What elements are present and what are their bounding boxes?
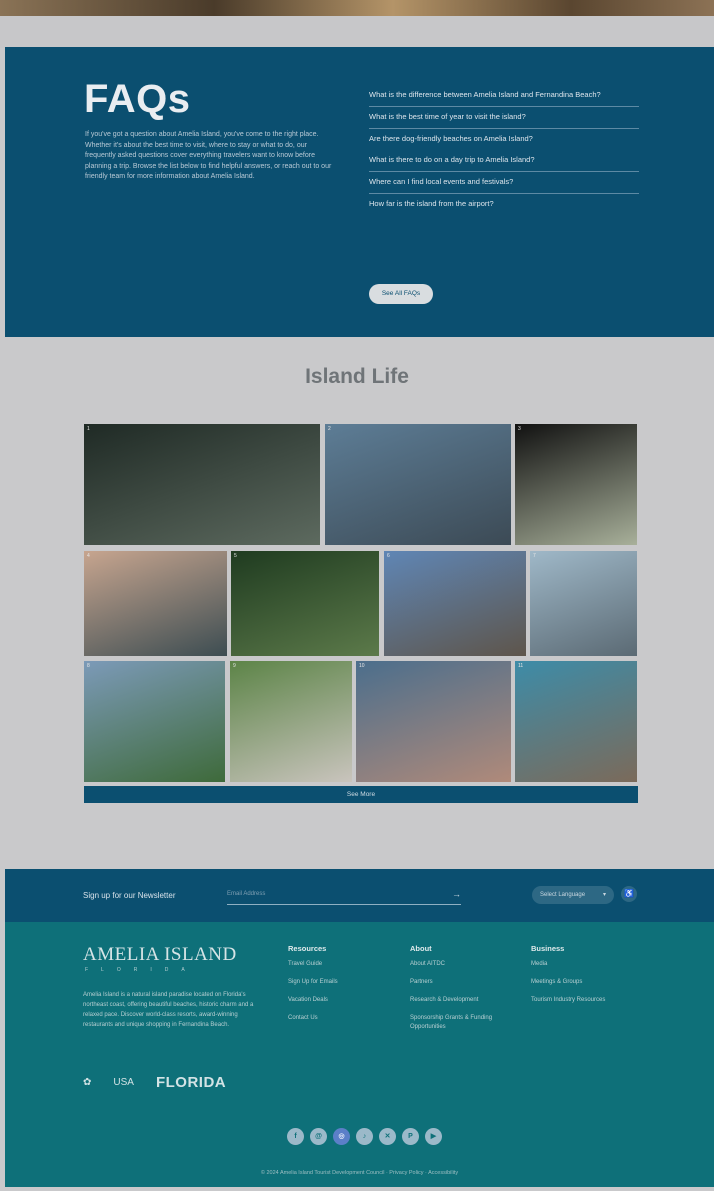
footer-link[interactable]: Vacation Deals xyxy=(288,996,398,1005)
photo-index: 2 xyxy=(328,426,331,432)
copyright: © 2024 Amelia Island Tourist Development… xyxy=(260,1170,459,1176)
facebook-icon[interactable]: f xyxy=(287,1128,304,1145)
youtube-icon[interactable]: ▶ xyxy=(425,1128,442,1145)
faq-list: What is the difference between Amelia Is… xyxy=(369,85,639,215)
partner-logo[interactable]: USA xyxy=(113,1077,134,1088)
island-life-title: Island Life xyxy=(305,365,409,388)
footer-link[interactable]: Sign Up for Emails xyxy=(288,978,398,987)
see-more-button[interactable]: See More xyxy=(84,786,638,803)
gallery-photo[interactable]: 11 xyxy=(515,661,637,782)
language-select[interactable]: Select Language ▾ xyxy=(532,886,614,904)
newsletter-label: Sign up for our Newsletter xyxy=(83,891,176,900)
accessibility-icon[interactable]: ♿ xyxy=(621,886,637,902)
photo-index: 1 xyxy=(87,426,90,432)
footer-link[interactable]: About AITDC xyxy=(410,960,520,969)
footer-description: Amelia Island is a natural island paradi… xyxy=(83,992,254,1028)
chevron-down-icon: ▾ xyxy=(602,892,606,898)
footer-column-heading: About xyxy=(410,944,432,953)
footer-column-resources: Resources Travel Guide Sign Up for Email… xyxy=(288,944,398,1032)
hero-image-strip xyxy=(0,0,714,16)
footer-link[interactable]: Meetings & Groups xyxy=(531,978,641,987)
partner-logos: ✿ USA FLORIDA xyxy=(83,1074,248,1091)
gallery-photo[interactable]: 5 xyxy=(231,551,379,656)
footer-column-business: Business Media Meetings & Groups Tourism… xyxy=(531,944,641,1014)
social-links: f @ ◎ ♪ ✕ P ▶ xyxy=(287,1128,448,1145)
gallery-photo[interactable]: 4 xyxy=(84,551,227,656)
grey-band xyxy=(0,16,714,48)
gallery-photo[interactable]: 1 xyxy=(84,424,320,545)
visit-florida-logo[interactable]: FLORIDA xyxy=(156,1074,226,1091)
footer-column-heading: Resources xyxy=(288,944,327,953)
gallery-photo[interactable]: 3 xyxy=(515,424,637,545)
footer-link[interactable]: Tourism Industry Resources xyxy=(531,996,641,1005)
photo-index: 11 xyxy=(518,663,524,669)
gallery-photo[interactable]: 2 xyxy=(325,424,511,545)
newsletter-placeholder: Email Address xyxy=(227,891,266,897)
faq-title: FAQs xyxy=(84,77,191,121)
footer-link[interactable]: Partners xyxy=(410,978,520,987)
gallery-photo[interactable]: 8 xyxy=(84,661,225,782)
x-icon[interactable]: ✕ xyxy=(379,1128,396,1145)
gallery-photo[interactable]: 10 xyxy=(356,661,511,782)
photo-index: 8 xyxy=(87,663,90,669)
faq-section: FAQs If you've got a question about Amel… xyxy=(5,47,714,337)
faq-question[interactable]: Where can I find local events and festiv… xyxy=(369,172,639,194)
footer-link[interactable]: Contact Us xyxy=(288,1014,398,1023)
photo-index: 5 xyxy=(234,553,237,559)
amelia-island-logo[interactable]: AMELIA ISLAND xyxy=(83,944,237,966)
gallery-photo[interactable]: 6 xyxy=(384,551,526,656)
photo-index: 7 xyxy=(533,553,536,559)
faq-question[interactable]: Are there dog-friendly beaches on Amelia… xyxy=(369,129,639,150)
gallery-photo[interactable]: 9 xyxy=(230,661,352,782)
footer-column-about: About About AITDC Partners Research & De… xyxy=(410,944,520,1041)
faq-question[interactable]: What is the difference between Amelia Is… xyxy=(369,85,639,107)
photo-index: 3 xyxy=(518,426,521,432)
photo-index: 9 xyxy=(233,663,236,669)
footer-link[interactable]: Sponsorship Grants & Funding Opportuniti… xyxy=(410,1014,520,1032)
photo-index: 10 xyxy=(359,663,365,669)
footer-link[interactable]: Travel Guide xyxy=(288,960,398,969)
footer-link[interactable]: Research & Development xyxy=(410,996,520,1005)
see-all-faqs-button[interactable]: See All FAQs xyxy=(369,284,433,304)
faq-intro: If you've got a question about Amelia Is… xyxy=(85,131,332,180)
logo-subtitle: FLORIDA xyxy=(85,967,198,973)
faq-question[interactable]: How far is the island from the airport? xyxy=(369,194,639,215)
photo-index: 4 xyxy=(87,553,90,559)
site-footer: AMELIA ISLAND FLORIDA Amelia Island is a… xyxy=(5,922,714,1187)
pinterest-icon[interactable]: P xyxy=(402,1128,419,1145)
newsletter-bar: Sign up for our Newsletter Email Address… xyxy=(5,869,714,922)
footer-column-heading: Business xyxy=(531,944,565,953)
instagram-icon[interactable]: @ xyxy=(310,1128,327,1145)
language-select-label: Select Language xyxy=(540,892,586,898)
photo-index: 6 xyxy=(387,553,390,559)
tiktok-icon[interactable]: ♪ xyxy=(356,1128,373,1145)
gallery-photo[interactable]: 7 xyxy=(530,551,637,656)
partner-logo[interactable]: ✿ xyxy=(83,1077,91,1088)
faq-question[interactable]: What is there to do on a day trip to Ame… xyxy=(369,150,639,172)
faq-question[interactable]: What is the best time of year to visit t… xyxy=(369,107,639,129)
submit-arrow-icon[interactable]: → xyxy=(452,889,461,899)
footer-link[interactable]: Media xyxy=(531,960,641,969)
threads-icon[interactable]: ◎ xyxy=(333,1128,350,1145)
newsletter-email-input[interactable]: Email Address → xyxy=(227,885,461,905)
bottom-frame xyxy=(0,1187,714,1191)
